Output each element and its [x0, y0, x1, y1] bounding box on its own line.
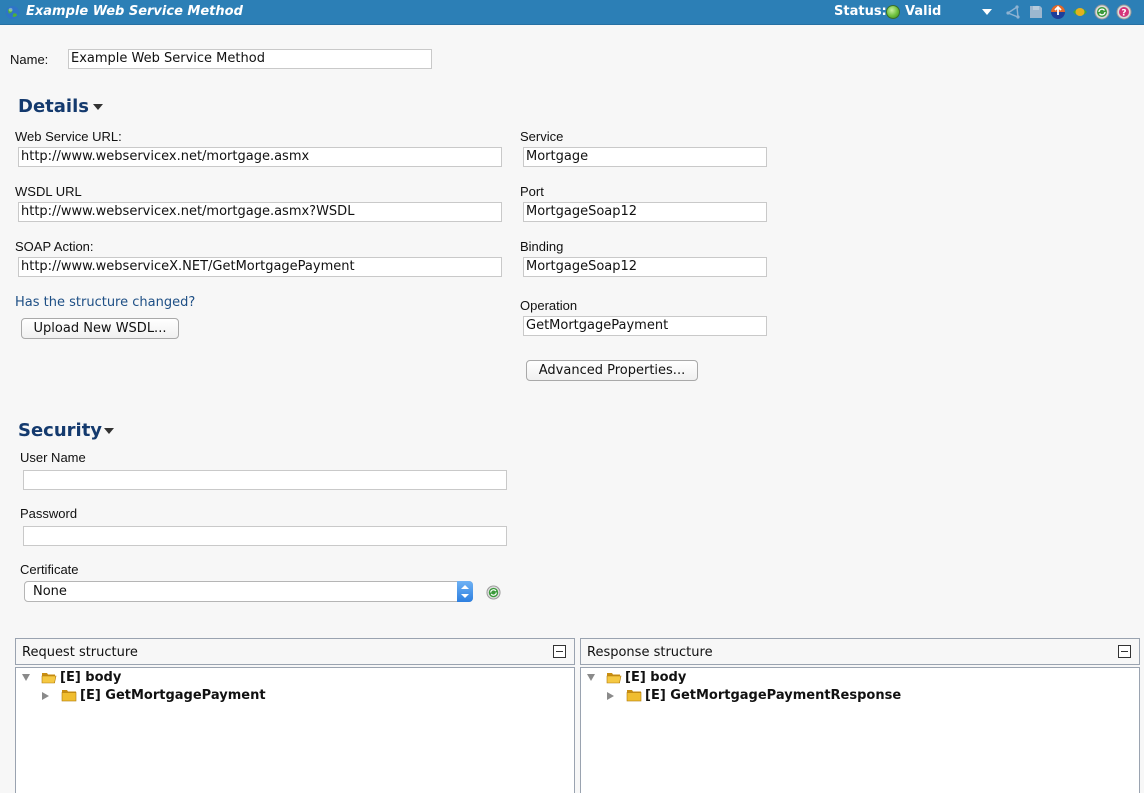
user-name-label: User Name	[20, 450, 86, 465]
port-field[interactable]: MortgageSoap12	[523, 202, 767, 222]
certificate-selected-value: None	[33, 584, 67, 599]
wsdl-url-label: WSDL URL	[15, 184, 82, 199]
tree-node-label: [E] GetMortgagePaymentResponse	[645, 688, 902, 703]
password-label: Password	[20, 506, 78, 521]
help-icon[interactable]: ?	[1116, 4, 1132, 20]
port-label: Port	[520, 184, 544, 199]
binding-field[interactable]: MortgageSoap12	[523, 257, 767, 277]
response-structure-header: Response structure	[580, 638, 1140, 665]
deploy-icon[interactable]	[1050, 4, 1066, 20]
tree-node-label: [E] body	[625, 670, 687, 685]
security-section-title: Security	[18, 420, 103, 441]
status-label: Status:	[834, 4, 887, 19]
expand-arrow-icon[interactable]	[587, 674, 595, 681]
binding-label: Binding	[520, 239, 564, 254]
user-name-field[interactable]	[23, 470, 507, 490]
expand-arrow-icon[interactable]	[22, 674, 30, 681]
operation-field[interactable]: GetMortgagePayment	[523, 316, 767, 336]
advanced-properties-button[interactable]: Advanced Properties...	[526, 360, 698, 381]
svg-text:?: ?	[1121, 9, 1126, 19]
save-icon[interactable]	[1028, 4, 1044, 20]
refresh-icon[interactable]	[1094, 4, 1110, 20]
name-label: Name:	[10, 52, 49, 67]
toggle-icon[interactable]	[1072, 4, 1088, 20]
certificate-refresh-icon[interactable]	[486, 585, 501, 600]
request-structure-tree: [E] body [E] GetMortgagePayment	[15, 667, 575, 793]
certificate-label: Certificate	[20, 562, 79, 577]
name-field[interactable]: Example Web Service Method	[68, 49, 432, 69]
tree-node[interactable]: [E] GetMortgagePayment	[20, 688, 560, 706]
soap-action-field[interactable]: http://www.webserviceX.NET/GetMortgagePa…	[18, 257, 502, 277]
dropdown-arrow-icon[interactable]	[979, 4, 995, 20]
folder-icon	[61, 690, 77, 702]
upload-new-wsdl-button[interactable]: Upload New WSDL...	[21, 318, 179, 339]
details-section-title: Details	[18, 96, 89, 117]
window-title: Example Web Service Method	[26, 4, 243, 19]
soap-action-label: SOAP Action:	[15, 239, 94, 254]
details-collapse-caret-icon[interactable]	[93, 104, 103, 110]
title-bar: Example Web Service Method Status: Valid…	[0, 0, 1144, 25]
structure-changed-link[interactable]: Has the structure changed?	[15, 295, 195, 310]
password-field[interactable]	[23, 526, 507, 546]
service-field[interactable]: Mortgage	[523, 147, 767, 167]
wsdl-url-field[interactable]: http://www.webservicex.net/mortgage.asmx…	[18, 202, 502, 222]
request-structure-header: Request structure	[15, 638, 575, 665]
select-stepper-icon[interactable]	[457, 581, 473, 602]
service-label: Service	[520, 129, 564, 144]
response-structure-tree: [E] body [E] GetMortgagePaymentResponse	[580, 667, 1140, 793]
operation-label: Operation	[520, 298, 578, 313]
request-collapse-icon[interactable]	[553, 645, 566, 658]
tree-node[interactable]: [E] GetMortgagePaymentResponse	[585, 688, 1125, 706]
folder-open-icon	[41, 673, 57, 684]
folder-icon	[626, 690, 642, 702]
request-structure-title: Request structure	[22, 645, 138, 660]
status-value: Valid	[905, 4, 942, 19]
share-icon[interactable]	[1005, 4, 1021, 20]
tree-node[interactable]: [E] body	[585, 670, 1125, 688]
status-indicator-icon	[886, 5, 900, 19]
collapsed-arrow-icon[interactable]	[607, 692, 614, 700]
folder-open-icon	[606, 673, 622, 684]
response-structure-title: Response structure	[587, 645, 713, 660]
collapsed-arrow-icon[interactable]	[42, 692, 49, 700]
security-collapse-caret-icon[interactable]	[104, 428, 114, 434]
globe-icon	[5, 5, 20, 20]
tree-node-label: [E] body	[60, 670, 122, 685]
tree-node-label: [E] GetMortgagePayment	[80, 688, 266, 703]
tree-node[interactable]: [E] body	[20, 670, 560, 688]
response-collapse-icon[interactable]	[1118, 645, 1131, 658]
web-service-url-label: Web Service URL:	[15, 129, 122, 144]
web-service-url-field[interactable]: http://www.webservicex.net/mortgage.asmx	[18, 147, 502, 167]
certificate-select[interactable]: None	[24, 581, 473, 602]
